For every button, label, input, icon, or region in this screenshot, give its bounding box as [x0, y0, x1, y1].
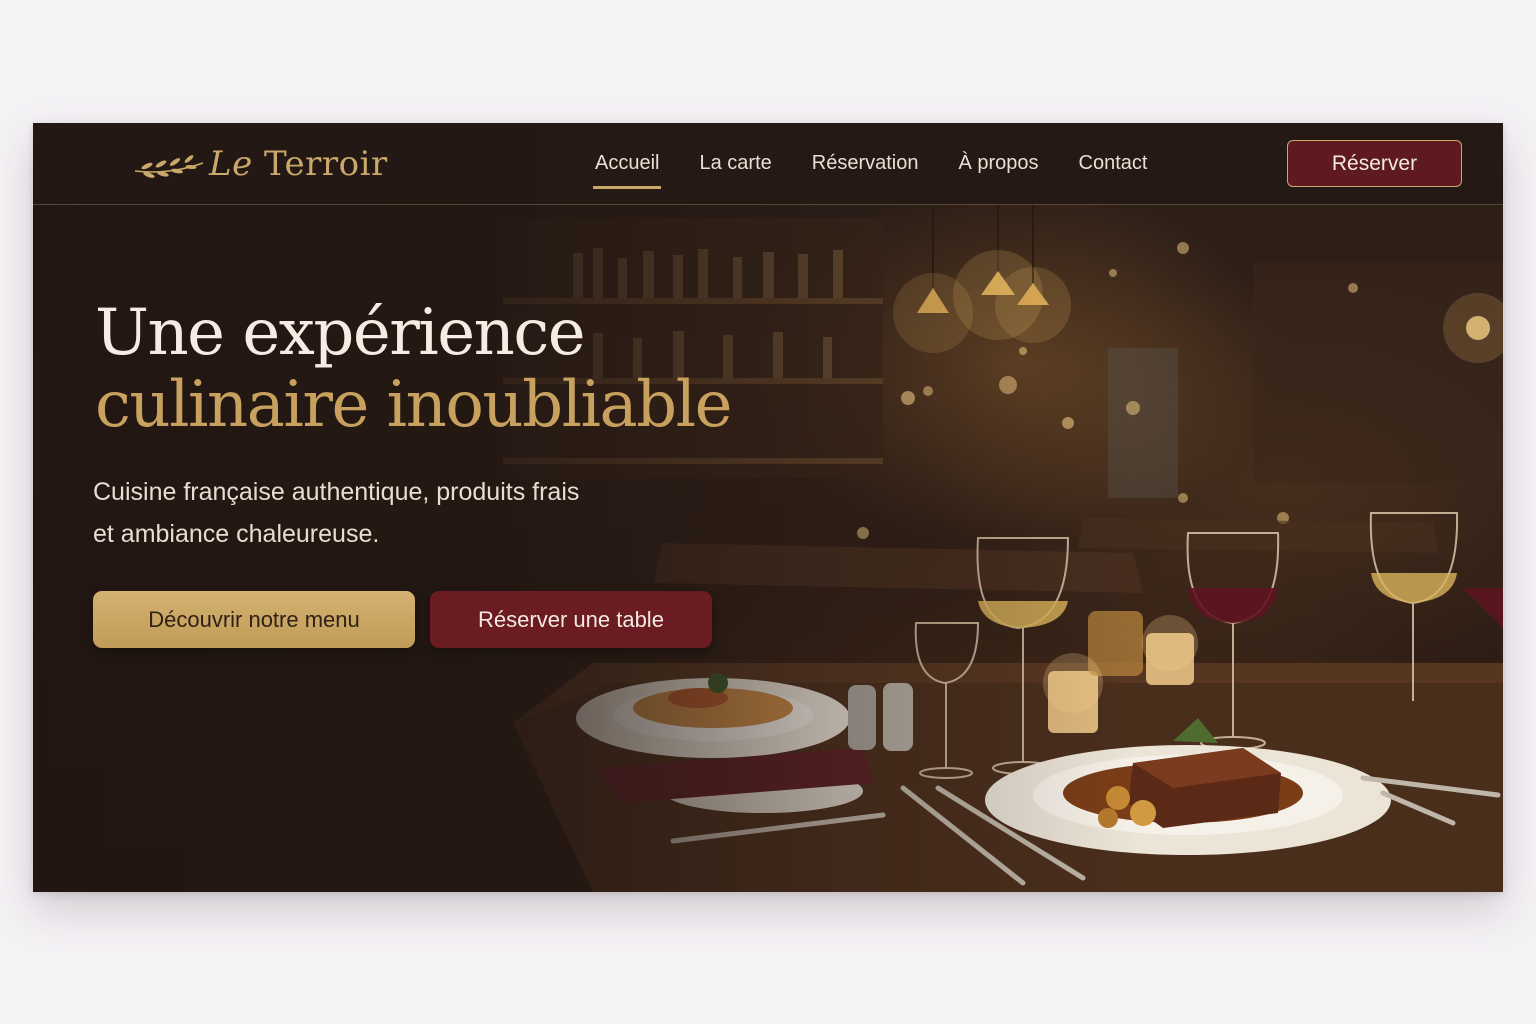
- hero-subtitle: Cuisine française authentique, produits …: [93, 471, 713, 555]
- website-frame: Le Terroir Accueil La carte Réservation …: [33, 123, 1503, 892]
- nav-item-a-propos[interactable]: À propos: [958, 152, 1038, 175]
- reserve-button[interactable]: Réserver: [1287, 140, 1462, 187]
- hero-subtitle-line2: et ambiance chaleureuse.: [93, 520, 380, 548]
- nav-item-reservation[interactable]: Réservation: [812, 152, 919, 175]
- main-navigation: Accueil La carte Réservation À propos Co…: [592, 123, 1187, 204]
- logo-text: Le Terroir: [209, 144, 388, 184]
- hero-title-line2: culinaire inoubliable: [95, 368, 732, 442]
- logo-prefix: Le: [209, 144, 253, 184]
- discover-menu-button[interactable]: Découvrir notre menu: [93, 591, 415, 648]
- nav-item-la-carte[interactable]: La carte: [699, 152, 771, 175]
- laurel-branch-icon: [134, 155, 204, 178]
- hero-title: Une expérience culinaire inoubliable: [95, 296, 732, 442]
- navbar: Le Terroir Accueil La carte Réservation …: [33, 123, 1503, 205]
- book-table-button[interactable]: Réserver une table: [430, 591, 712, 648]
- hero-subtitle-line1: Cuisine française authentique, produits …: [93, 478, 580, 506]
- logo-name: Terroir: [264, 144, 388, 184]
- site-logo[interactable]: Le Terroir: [133, 141, 388, 187]
- nav-item-accueil[interactable]: Accueil: [592, 152, 662, 189]
- hero-title-line1: Une expérience: [95, 296, 586, 370]
- nav-item-contact[interactable]: Contact: [1079, 152, 1148, 175]
